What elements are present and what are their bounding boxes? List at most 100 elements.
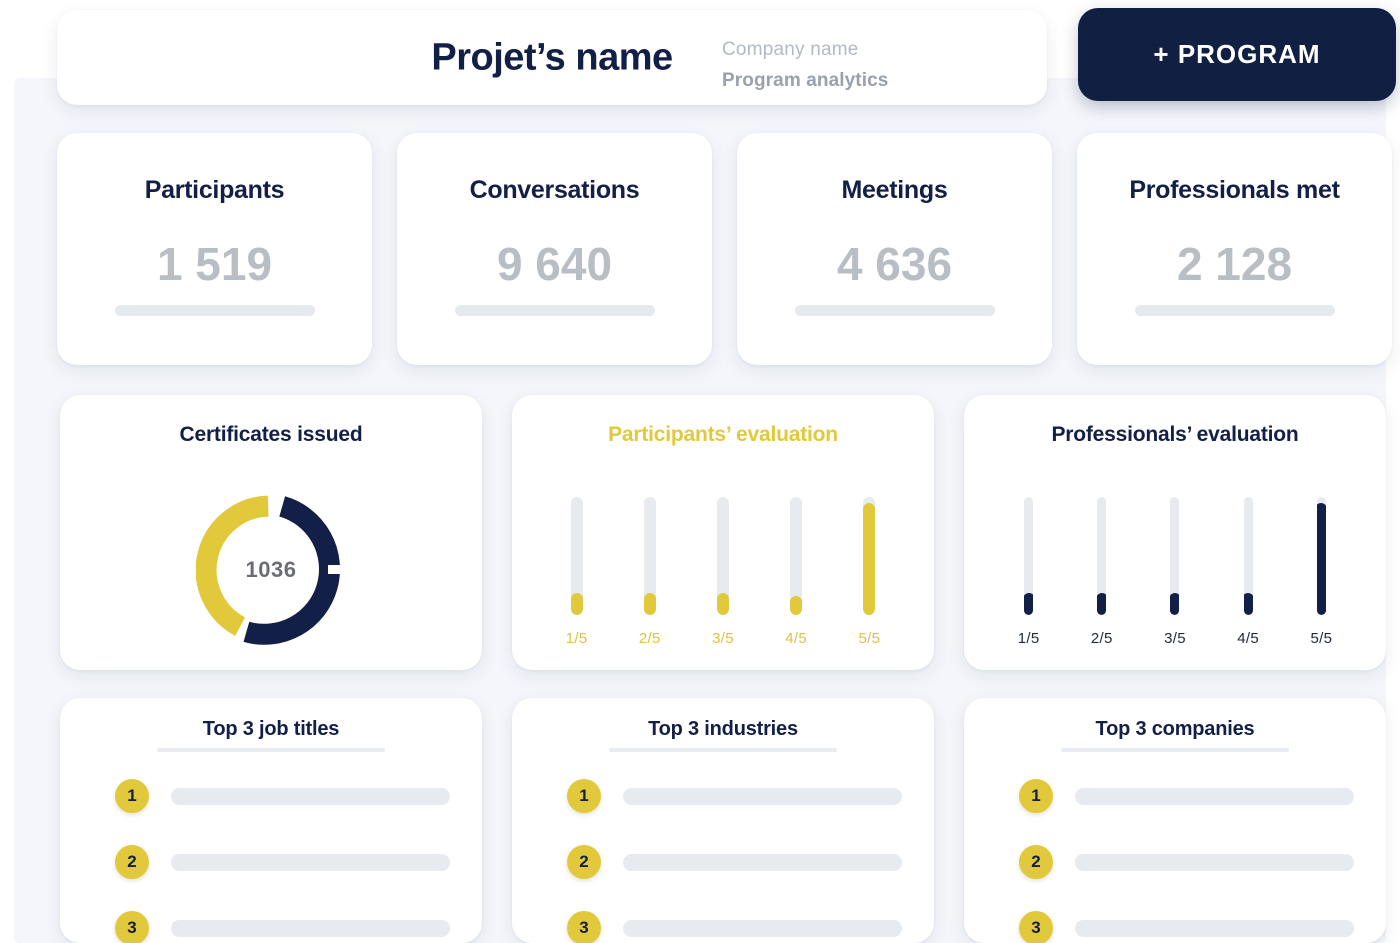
eval-tick-label: 1/5 bbox=[565, 630, 588, 647]
rank-badge: 2 bbox=[115, 845, 149, 879]
top-list-title: Top 3 companies bbox=[1095, 718, 1255, 740]
header-card: Projet’s name Company name Program analy… bbox=[57, 10, 1047, 105]
eval-fill bbox=[1024, 592, 1034, 615]
donut-center-value: 1036 bbox=[245, 557, 297, 582]
professionals-evaluation-bars: 1/5 2/5 3/5 4/5 5/5 bbox=[992, 487, 1358, 647]
list-item[interactable]: 3 bbox=[567, 902, 902, 943]
stat-label: Meetings bbox=[841, 176, 948, 204]
stat-label: Professionals met bbox=[1129, 176, 1340, 204]
rank-badge: 2 bbox=[1019, 845, 1053, 879]
eval-track bbox=[1170, 497, 1180, 615]
list-item-placeholder bbox=[1075, 787, 1354, 805]
eval-column: 1/5 bbox=[551, 497, 603, 647]
eval-fill bbox=[1097, 592, 1107, 615]
stat-value: 9 640 bbox=[496, 238, 613, 290]
top-industries-card: Top 3 industries 1 2 3 bbox=[512, 698, 934, 943]
eval-fill bbox=[863, 502, 876, 615]
company-block: Company name Program analytics bbox=[722, 38, 888, 93]
stat-underline-bar bbox=[454, 305, 655, 316]
eval-column: 4/5 bbox=[1222, 497, 1274, 647]
page-title: Projet’s name bbox=[431, 36, 673, 78]
professionals-evaluation-title: Professionals’ evaluation bbox=[1051, 423, 1299, 446]
eval-tick-label: 4/5 bbox=[1237, 630, 1260, 647]
rank-badge: 1 bbox=[115, 779, 149, 813]
eval-tick-label: 2/5 bbox=[638, 630, 661, 647]
eval-track bbox=[1097, 497, 1107, 615]
eval-fill bbox=[1316, 502, 1326, 615]
list-item[interactable]: 3 bbox=[1019, 902, 1354, 943]
list-item-placeholder bbox=[171, 919, 450, 937]
list-item[interactable]: 3 bbox=[115, 902, 450, 943]
list-item-placeholder bbox=[171, 853, 450, 871]
top-companies-card: Top 3 companies 1 2 3 bbox=[964, 698, 1386, 943]
title-divider bbox=[609, 748, 837, 752]
list-item[interactable]: 1 bbox=[115, 770, 450, 822]
eval-fill bbox=[790, 596, 803, 615]
top-list: 1 2 3 bbox=[1019, 770, 1354, 943]
eval-column: 2/5 bbox=[624, 497, 676, 647]
eval-track bbox=[863, 497, 876, 615]
eval-column: 1/5 bbox=[1003, 497, 1055, 647]
eval-track bbox=[1243, 497, 1253, 615]
list-item[interactable]: 1 bbox=[1019, 770, 1354, 822]
title-divider bbox=[157, 748, 385, 752]
certificates-donut-chart: 1036 bbox=[195, 495, 350, 645]
list-item[interactable]: 2 bbox=[1019, 836, 1354, 888]
participants-evaluation-title: Participants’ evaluation bbox=[608, 423, 838, 446]
rank-badge: 3 bbox=[115, 911, 149, 943]
eval-track bbox=[570, 497, 583, 615]
stat-underline-bar bbox=[1134, 305, 1335, 316]
top-list-title: Top 3 industries bbox=[648, 718, 798, 740]
list-item-placeholder bbox=[623, 787, 902, 805]
stat-card-professionals-met: Professionals met 2 128 bbox=[1077, 133, 1392, 365]
eval-track bbox=[1316, 497, 1326, 615]
eval-track bbox=[1024, 497, 1034, 615]
stat-underline-bar bbox=[114, 305, 315, 316]
stat-value: 1 519 bbox=[156, 238, 273, 290]
company-name: Company name bbox=[722, 39, 859, 60]
list-item-placeholder bbox=[171, 787, 450, 805]
rank-badge: 2 bbox=[567, 845, 601, 879]
stat-card-participants: Participants 1 519 bbox=[57, 133, 372, 365]
eval-track bbox=[716, 497, 729, 615]
eval-column: 5/5 bbox=[1295, 497, 1347, 647]
eval-tick-label: 5/5 bbox=[858, 630, 881, 647]
list-item-placeholder bbox=[623, 853, 902, 871]
eval-fill bbox=[1243, 592, 1253, 615]
stat-value: 2 128 bbox=[1176, 238, 1293, 290]
eval-column: 3/5 bbox=[1149, 497, 1201, 647]
program-analytics-label: Program analytics bbox=[722, 69, 889, 91]
list-item[interactable]: 1 bbox=[567, 770, 902, 822]
stat-value: 4 636 bbox=[836, 238, 953, 290]
certificates-issued-card: Certificates issued 1036 bbox=[60, 395, 482, 670]
rank-badge: 3 bbox=[1019, 911, 1053, 943]
eval-tick-label: 2/5 bbox=[1090, 630, 1113, 647]
analytics-dashboard: Projet’s name Company name Program analy… bbox=[0, 0, 1400, 943]
top-job-titles-card: Top 3 job titles 1 2 3 bbox=[60, 698, 482, 943]
list-item[interactable]: 2 bbox=[567, 836, 902, 888]
eval-column: 5/5 bbox=[843, 497, 895, 647]
eval-track bbox=[643, 497, 656, 615]
add-program-button[interactable]: + PROGRAM bbox=[1078, 8, 1396, 101]
eval-tick-label: 4/5 bbox=[785, 630, 808, 647]
certificates-issued-title: Certificates issued bbox=[179, 423, 363, 446]
eval-fill bbox=[570, 592, 583, 615]
stat-underline-bar bbox=[794, 305, 995, 316]
rank-badge: 3 bbox=[567, 911, 601, 943]
list-item-placeholder bbox=[623, 919, 902, 937]
list-item-placeholder bbox=[1075, 853, 1354, 871]
eval-column: 3/5 bbox=[697, 497, 749, 647]
list-item[interactable]: 2 bbox=[115, 836, 450, 888]
eval-fill bbox=[1170, 592, 1180, 615]
eval-tick-label: 3/5 bbox=[1164, 630, 1186, 647]
stat-label: Participants bbox=[144, 176, 285, 204]
list-item-placeholder bbox=[1075, 919, 1354, 937]
stat-card-conversations: Conversations 9 640 bbox=[397, 133, 712, 365]
eval-fill bbox=[716, 592, 729, 615]
eval-tick-label: 1/5 bbox=[1017, 630, 1040, 647]
rank-badge: 1 bbox=[1019, 779, 1053, 813]
title-divider bbox=[1061, 748, 1289, 752]
eval-column: 2/5 bbox=[1076, 497, 1128, 647]
rank-badge: 1 bbox=[567, 779, 601, 813]
stat-label: Conversations bbox=[469, 176, 640, 204]
